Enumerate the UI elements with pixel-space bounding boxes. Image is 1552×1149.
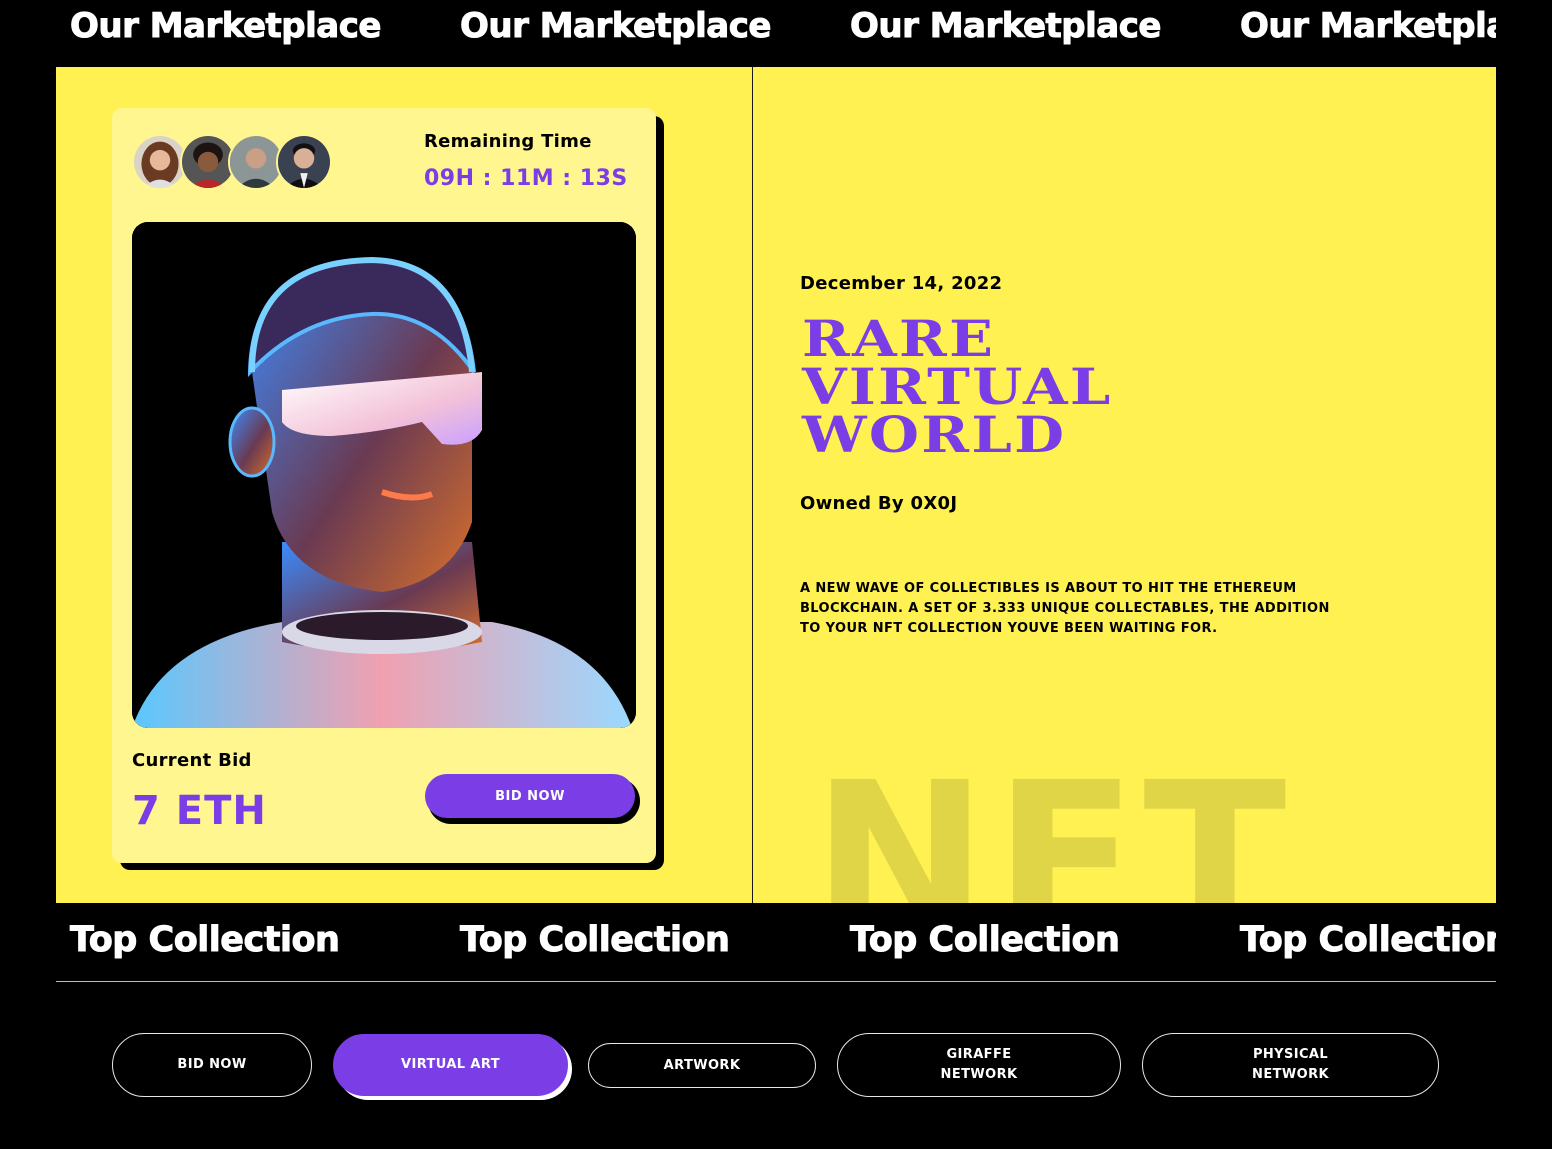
tab-label: BID NOW: [177, 1057, 247, 1072]
nft-artwork-image[interactable]: [132, 222, 636, 728]
bid-now-button[interactable]: BID NOW: [425, 774, 635, 818]
marquee-top-text: Our Marketplace: [850, 6, 1162, 47]
hero-section: Remaining Time 09H : 11M : 13S Current B…: [56, 67, 1496, 903]
description-text: A NEW WAVE OF COLLECTIBLES IS ABOUT TO H…: [800, 581, 1330, 636]
category-tabs: BID NOW VIRTUAL ART ARTWORK GIRAFFE NETW…: [0, 1030, 1552, 1110]
marquee-bottom-text: Top Collection: [849, 920, 1120, 961]
marquee-bottom-text: Top Collection: [459, 920, 730, 961]
marquee-top: Our Marketplace Our Marketplace Our Mark…: [56, 0, 1496, 66]
page-title: RARE VIRTUAL WORLD: [802, 309, 1113, 464]
current-bid-label: Current Bid: [132, 750, 252, 771]
remaining-time-value: 09H : 11M : 13S: [424, 166, 628, 191]
marquee-top-text: Our Marketplace: [1240, 6, 1496, 47]
tab-bid-now[interactable]: BID NOW: [112, 1033, 312, 1097]
tab-virtual-art[interactable]: VIRTUAL ART: [333, 1034, 568, 1096]
nft-watermark: NFT: [812, 737, 1293, 904]
owner-text: Owned By 0X0J: [800, 493, 958, 514]
vertical-divider: [752, 67, 753, 903]
marquee-bottom-text: Top Collection: [69, 920, 340, 961]
tab-label: ARTWORK: [663, 1057, 741, 1073]
tab-physical-network[interactable]: PHYSICAL NETWORK: [1142, 1033, 1439, 1097]
remaining-time-label: Remaining Time: [424, 131, 592, 152]
marquee-bottom: Top Collection Top Collection Top Collec…: [56, 904, 1496, 982]
marquee-bottom-text: Top Collection: [1239, 920, 1496, 961]
tab-label: VIRTUAL ART: [401, 1057, 500, 1072]
date-text: December 14, 2022: [800, 273, 1003, 294]
avatar[interactable]: [276, 134, 332, 190]
tab-label: GIRAFFE NETWORK: [940, 1047, 1018, 1082]
nft-card: Remaining Time 09H : 11M : 13S Current B…: [112, 108, 656, 863]
marquee-top-text: Our Marketplace: [70, 6, 382, 47]
current-bid-value: 7 ETH: [132, 788, 267, 834]
tab-giraffe-network[interactable]: GIRAFFE NETWORK: [837, 1033, 1121, 1097]
tab-artwork[interactable]: ARTWORK: [588, 1043, 816, 1088]
tab-label: PHYSICAL NETWORK: [1252, 1047, 1329, 1082]
marquee-top-text: Our Marketplace: [460, 6, 772, 47]
